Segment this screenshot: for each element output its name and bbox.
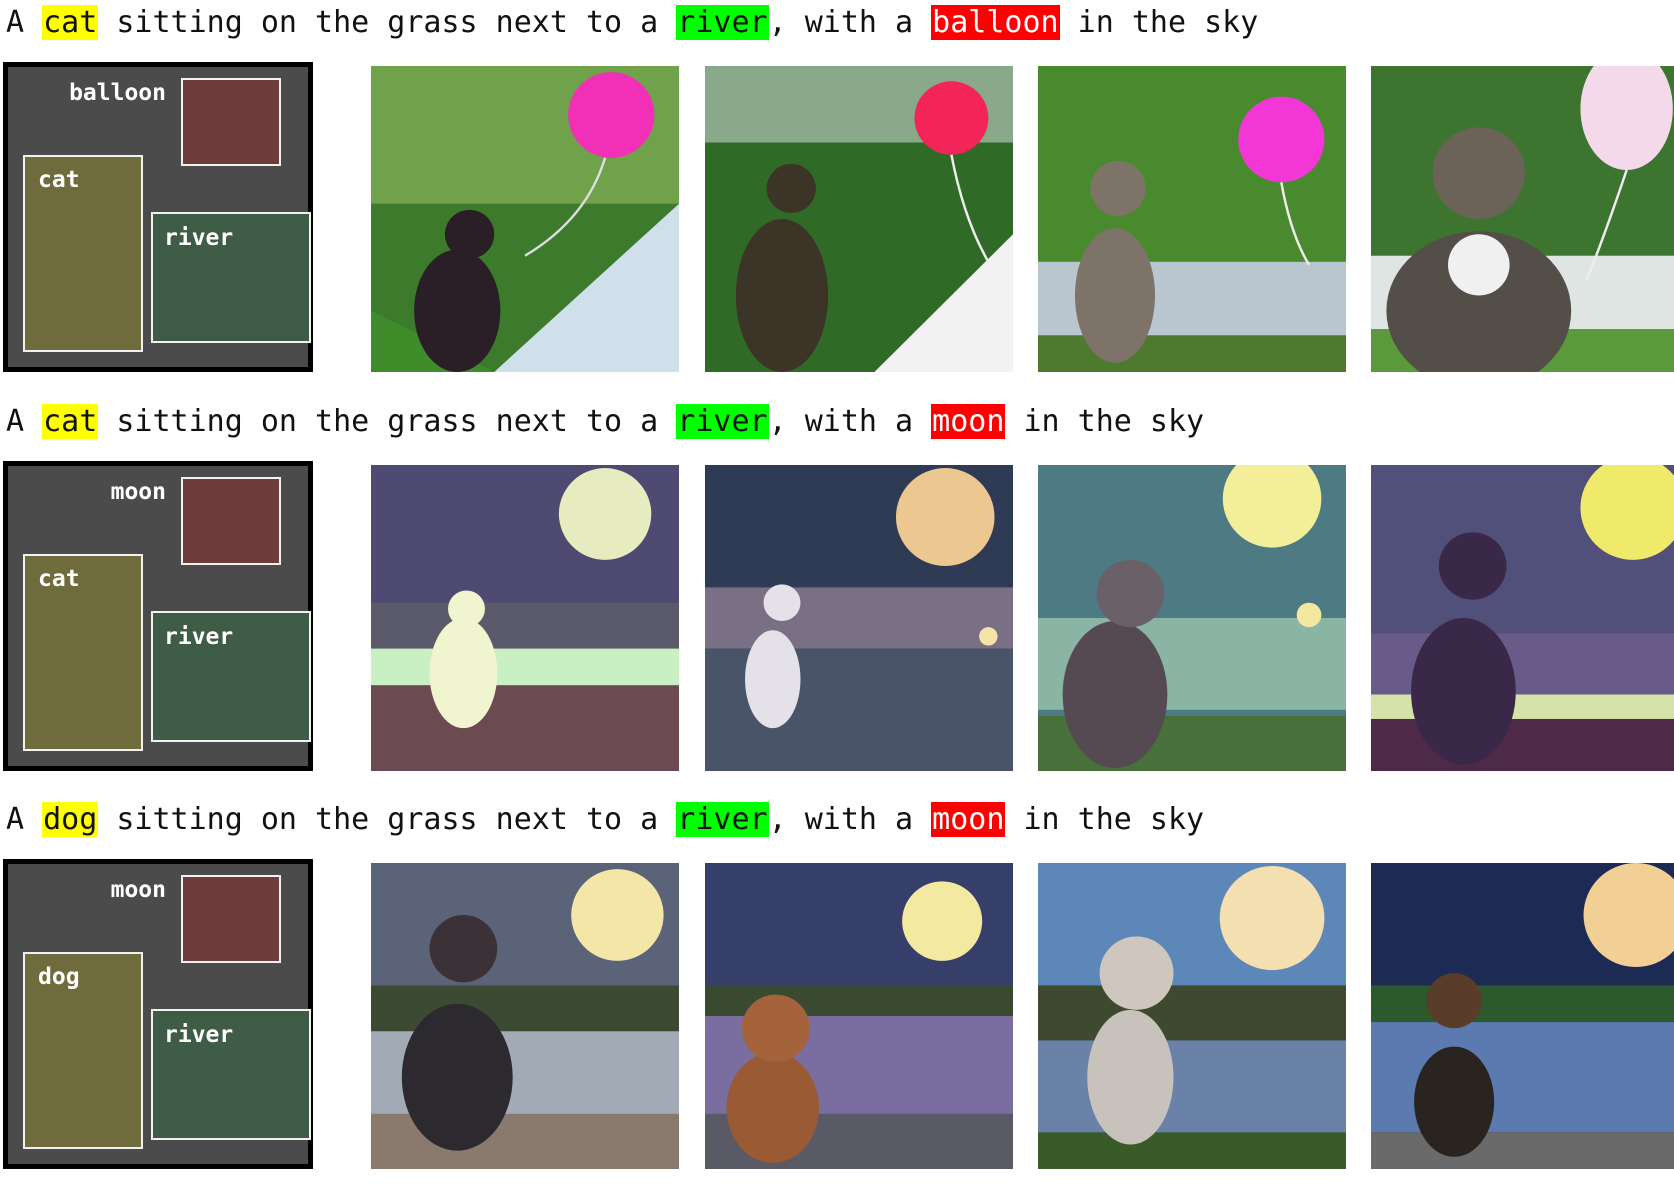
cat-box-label: cat	[38, 566, 80, 592]
subject-highlight: cat	[42, 404, 99, 439]
generated-image-4	[1371, 66, 1674, 372]
layout-diagram: moon dog river	[3, 859, 313, 1169]
river-box-label: river	[164, 225, 234, 251]
generated-image-5	[371, 465, 679, 771]
row-caption: A cat sitting on the grass next to a riv…	[6, 404, 1205, 439]
row-caption: A cat sitting on the grass next to a riv…	[6, 5, 1259, 40]
generated-image-10	[705, 863, 1013, 1169]
moon-box-label: moon	[110, 877, 166, 903]
river-highlight: river	[676, 5, 769, 40]
figure-row-1: A cat sitting on the grass next to a riv…	[0, 0, 1674, 390]
generated-image-2	[705, 66, 1013, 372]
subject-highlight: dog	[42, 802, 99, 837]
balloon-box	[181, 78, 281, 166]
generated-image-8	[1371, 465, 1674, 771]
sky-object-highlight: moon	[931, 802, 1006, 837]
generated-image-9	[371, 863, 679, 1169]
generated-image-3	[1038, 66, 1346, 372]
river-box-label: river	[164, 624, 234, 650]
generated-image-1	[371, 66, 679, 372]
river-highlight: river	[676, 802, 769, 837]
moon-box-label: moon	[110, 479, 166, 505]
sky-object-highlight: balloon	[931, 5, 1060, 40]
subject-highlight: cat	[42, 5, 99, 40]
row-caption: A dog sitting on the grass next to a riv…	[6, 802, 1205, 837]
generated-image-12	[1371, 863, 1674, 1169]
balloon-box-label: balloon	[69, 80, 166, 106]
moon-box	[181, 875, 281, 963]
figure-row-3: A dog sitting on the grass next to a riv…	[0, 797, 1674, 1187]
layout-diagram: balloon cat river	[3, 62, 313, 372]
river-box-label: river	[164, 1022, 234, 1048]
generated-image-11	[1038, 863, 1346, 1169]
moon-box	[181, 477, 281, 565]
sky-object-highlight: moon	[931, 404, 1006, 439]
generated-image-6	[705, 465, 1013, 771]
figure-row-2: A cat sitting on the grass next to a riv…	[0, 399, 1674, 789]
generated-image-7	[1038, 465, 1346, 771]
dog-box-label: dog	[38, 964, 80, 990]
layout-diagram: moon cat river	[3, 461, 313, 771]
river-highlight: river	[676, 404, 769, 439]
cat-box-label: cat	[38, 167, 80, 193]
